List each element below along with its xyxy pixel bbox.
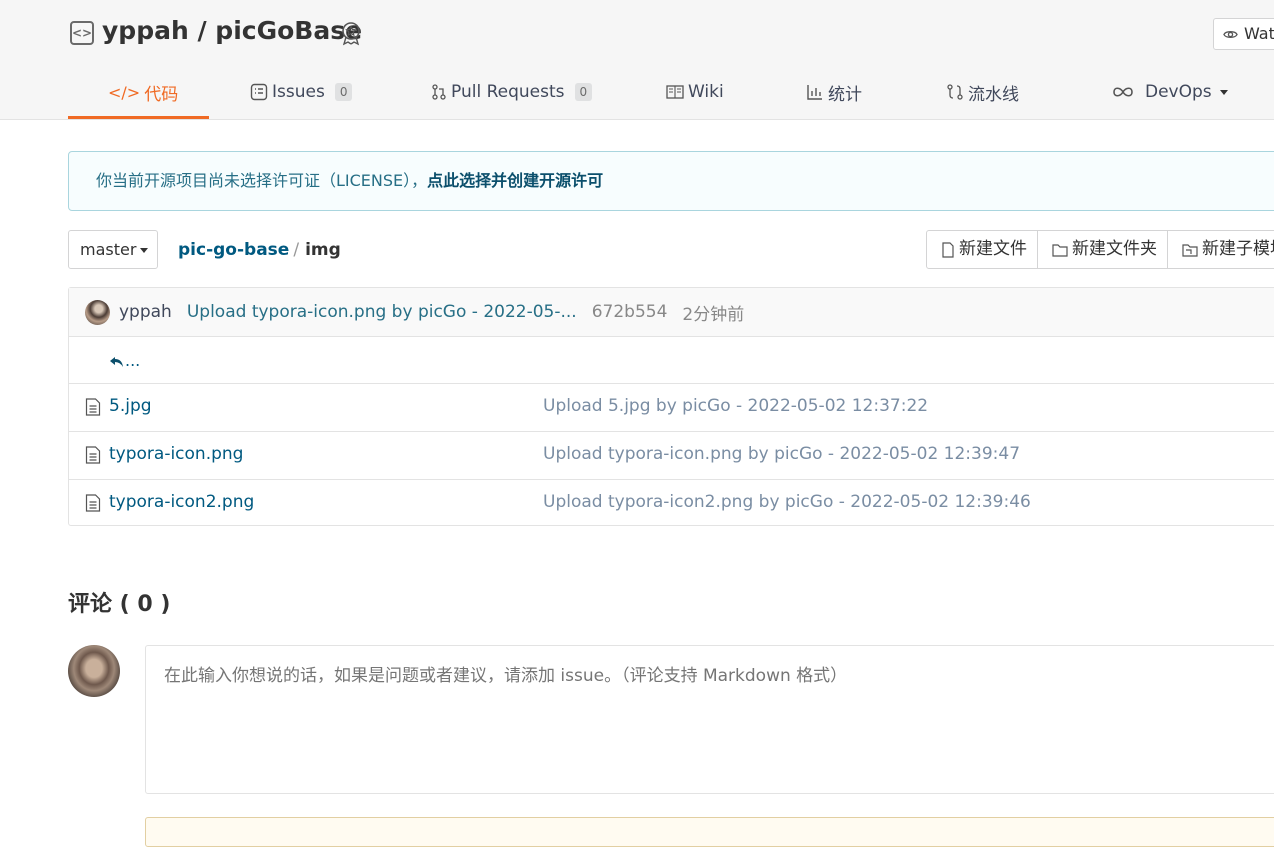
breadcrumb: pic-go-base / img [178, 240, 341, 260]
file-name-link[interactable]: typora-icon.png [109, 444, 243, 464]
tab-issues[interactable]: Issues 0 [250, 78, 353, 106]
commit-author[interactable]: yppah [119, 302, 172, 322]
list-item: typora-icon.png Upload typora-icon.png b… [69, 432, 1274, 480]
tab-stats-label: 统计 [828, 84, 862, 105]
file-name-link[interactable]: 5.jpg [109, 396, 152, 416]
tab-wiki-label: Wiki [688, 82, 724, 102]
code-icon: </> [108, 82, 141, 102]
new-file-label: 新建文件 [959, 239, 1027, 259]
pull-request-icon [431, 83, 447, 101]
parent-directory-link[interactable]: ... [109, 351, 140, 370]
file-icon [85, 494, 101, 512]
comment-notice [145, 817, 1274, 847]
tab-devops[interactable]: DevOps [1111, 78, 1228, 106]
chevron-down-icon [1219, 89, 1228, 95]
tab-pipeline-label: 流水线 [968, 84, 1019, 105]
watch-button[interactable]: Watch [1213, 18, 1274, 50]
file-commit-message[interactable]: Upload 5.jpg by picGo - 2022-05-02 12:37… [543, 396, 928, 416]
branch-selector[interactable]: master [68, 230, 158, 269]
latest-commit-row: yppah Upload typora-icon.png by picGo - … [69, 288, 1274, 337]
file-add-icon [941, 241, 955, 258]
book-icon [666, 84, 684, 100]
tab-pull-requests-label: Pull Requests [451, 82, 565, 102]
tab-code[interactable]: </> 代码 [108, 78, 178, 106]
new-submodule-label: 新建子模块 [1202, 239, 1274, 259]
breadcrumb-root-link[interactable]: pic-go-base [178, 240, 289, 260]
commit-message[interactable]: Upload typora-icon.png by picGo - 2022-0… [187, 302, 577, 322]
list-item: 5.jpg Upload 5.jpg by picGo - 2022-05-02… [69, 384, 1274, 432]
new-file-button[interactable]: 新建文件 [927, 231, 1038, 268]
tab-devops-label: DevOps [1145, 82, 1212, 102]
watch-label: Watch [1244, 24, 1274, 43]
commit-sha[interactable]: 672b554 [592, 302, 668, 322]
infinity-icon [1111, 85, 1135, 99]
tab-pull-requests[interactable]: Pull Requests 0 [431, 78, 593, 106]
issues-icon [250, 83, 268, 101]
tab-code-label: 代码 [144, 84, 179, 105]
active-tab-indicator [68, 116, 209, 119]
recommended-badge-icon [338, 20, 364, 46]
file-icon [85, 446, 101, 464]
new-folder-button[interactable]: 新建文件夹 [1038, 231, 1168, 268]
commit-time: 2分钟前 [682, 304, 745, 325]
issues-count-badge: 0 [334, 83, 353, 101]
parent-directory-label: ... [125, 351, 141, 370]
parent-directory-row[interactable]: ... [69, 337, 1274, 384]
tab-issues-label: Issues [272, 82, 325, 102]
new-submodule-button[interactable]: 新建子模块 [1168, 231, 1274, 268]
tab-wiki[interactable]: Wiki [666, 78, 724, 106]
list-item: typora-icon2.png Upload typora-icon2.png… [69, 480, 1274, 528]
new-folder-label: 新建文件夹 [1072, 239, 1157, 259]
breadcrumb-current: img [305, 240, 341, 260]
bar-chart-icon [806, 83, 824, 101]
file-commit-message[interactable]: Upload typora-icon2.png by picGo - 2022-… [543, 492, 1031, 512]
file-name-link[interactable]: typora-icon2.png [109, 492, 254, 512]
folder-add-icon [1052, 243, 1068, 257]
avatar[interactable] [85, 299, 110, 325]
pull-requests-count-badge: 0 [574, 83, 593, 101]
file-icon [85, 398, 101, 416]
tab-stats[interactable]: 统计 [806, 78, 862, 106]
file-commit-message[interactable]: Upload typora-icon.png by picGo - 2022-0… [543, 444, 1020, 464]
pipeline-icon [946, 83, 964, 101]
file-actions: 新建文件 新建文件夹 新建子模块 [926, 230, 1274, 269]
submodule-icon [1182, 243, 1198, 257]
breadcrumb-separator: / [293, 240, 300, 260]
repository-icon: <> [70, 21, 94, 45]
license-notice-text: 你当前开源项目尚未选择许可证（LICENSE）， [96, 171, 428, 190]
tab-pipeline[interactable]: 流水线 [946, 78, 1019, 106]
branch-name: master [80, 240, 137, 259]
license-notice: 你当前开源项目尚未选择许可证（LICENSE），点此选择并创建开源许可 [68, 151, 1274, 211]
comment-input[interactable] [145, 645, 1274, 794]
chevron-down-icon [140, 248, 149, 253]
eye-icon [1223, 27, 1238, 42]
repo-title[interactable]: yppah / picGoBase [102, 16, 362, 45]
repo-header: <> yppah / picGoBase Watch </> 代码 Issues… [0, 0, 1274, 120]
comments-title: 评论 ( 0 ) [68, 592, 171, 617]
file-list: yppah Upload typora-icon.png by picGo - … [68, 287, 1274, 526]
create-license-link[interactable]: 点此选择并创建开源许可 [427, 171, 603, 190]
avatar[interactable] [68, 645, 120, 697]
